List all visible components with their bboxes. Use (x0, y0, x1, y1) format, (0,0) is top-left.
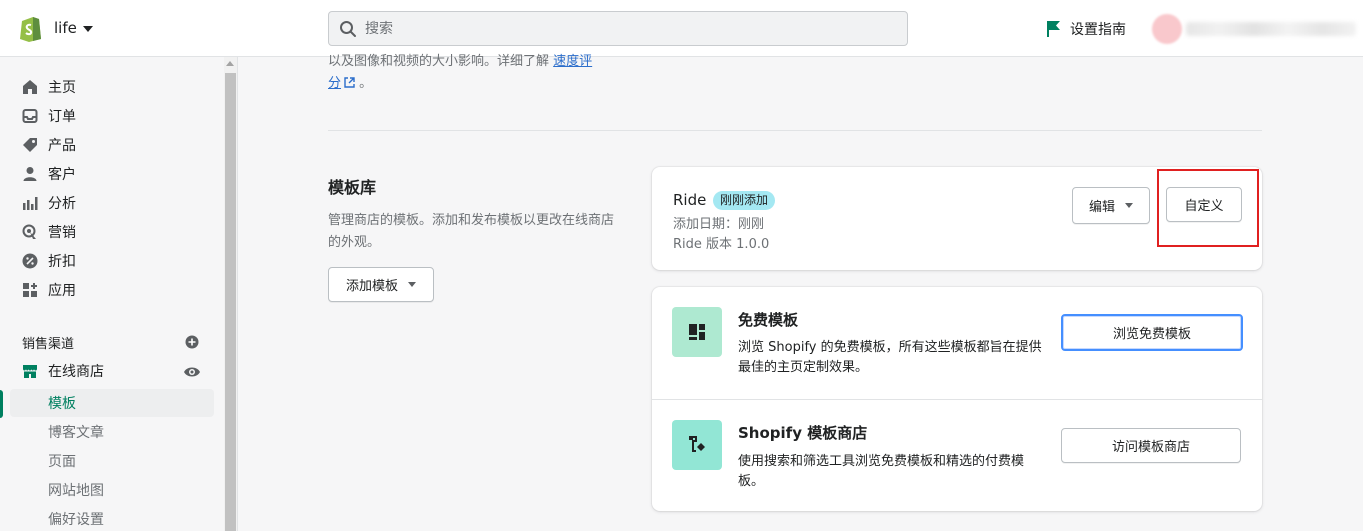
scroll-thumb[interactable] (225, 73, 236, 531)
edit-theme-label: 编辑 (1088, 200, 1115, 215)
eye-icon[interactable] (183, 365, 201, 379)
sidebar-item-label: 应用 (48, 283, 76, 299)
sidebar-sub-item-blog-posts[interactable]: 博客文章 (10, 418, 214, 446)
scroll-up-arrow[interactable] (226, 61, 234, 66)
theme-store-description: 使用搜索和筛选工具浏览免费模板和精选的付费模板。 (738, 454, 1025, 489)
sidebar: 主页 订单 产品 客户 分析 营销 折扣 应用 销售渠道 在线商店 模板 博客文… (0, 57, 238, 531)
annotation-highlight-box (1157, 169, 1259, 247)
sidebar-sub-item-preferences[interactable]: 偏好设置 (10, 505, 214, 531)
intro-text-end: 。 (359, 76, 373, 91)
theme-store-icon (689, 436, 705, 452)
sidebar-item-customers[interactable]: 客户 (10, 160, 214, 188)
bar-chart-icon (23, 197, 38, 210)
theme-store-title: Shopify 模板商店 (738, 424, 868, 442)
shopify-logo-icon[interactable] (18, 14, 44, 42)
theme-sources-card: 免费模板 浏览 Shopify 的免费模板，所有这些模板都旨在提供最佳的主页定制… (652, 287, 1262, 511)
sidebar-item-analytics[interactable]: 分析 (10, 189, 214, 217)
browse-free-themes-button[interactable]: 浏览免费模板 (1061, 314, 1243, 351)
speed-score-link[interactable]: 速度评 (553, 54, 592, 69)
sidebar-item-orders[interactable]: 订单 (10, 102, 214, 130)
chevron-down-icon (1125, 203, 1133, 208)
theme-name: Ride (673, 191, 707, 209)
speed-score-link-text: 速度评 (553, 54, 593, 69)
sidebar-item-home[interactable]: 主页 (10, 73, 214, 101)
sidebar-item-discounts[interactable]: 折扣 (10, 247, 214, 275)
current-theme-card: Ride 刚刚添加 添加日期：刚刚 Ride 版本 1.0.0 编辑 自定义 (652, 167, 1262, 270)
sidebar-sub-item-navigation[interactable]: 网站地图 (10, 476, 214, 504)
speed-score-link-text: 分 (328, 76, 342, 91)
theme-store-tile (672, 420, 722, 470)
free-themes-tile (672, 307, 722, 357)
setup-guide-label: 设置指南 (1070, 22, 1126, 38)
search-icon (340, 21, 356, 37)
theme-added-date: 添加日期：刚刚 (673, 217, 765, 232)
sidebar-item-label: 产品 (48, 138, 76, 154)
free-themes-title: 免费模板 (738, 311, 799, 329)
sidebar-item-label: 折扣 (48, 254, 76, 270)
person-icon (23, 167, 37, 181)
sidebar-item-label: 在线商店 (48, 364, 104, 380)
edit-theme-button[interactable]: 编辑 (1072, 187, 1150, 224)
chevron-down-icon (408, 282, 416, 287)
sidebar-item-marketing[interactable]: 营销 (10, 218, 214, 246)
sidebar-item-products[interactable]: 产品 (10, 131, 214, 159)
add-channel-icon[interactable] (185, 335, 199, 349)
section-divider (328, 130, 1262, 131)
orders-icon (22, 109, 38, 123)
setup-guide-button[interactable]: 设置指南 (1046, 19, 1126, 39)
home-icon (23, 80, 37, 94)
sidebar-item-label: 客户 (48, 167, 76, 183)
sidebar-item-label: 订单 (48, 109, 76, 125)
row-divider (652, 399, 1262, 400)
sidebar-sub-item-pages[interactable]: 页面 (10, 447, 214, 475)
search-input[interactable] (365, 12, 895, 45)
store-icon (23, 365, 37, 378)
apps-icon (23, 283, 37, 297)
theme-library-title: 模板库 (328, 178, 377, 197)
speed-score-link-cont[interactable]: 分 (328, 76, 341, 91)
intro-text-line: 以及图像和视频的大小影响。详细了解 (328, 54, 550, 69)
theme-library-description: 管理商店的模板。添加和发布模板以更改在线商店的外观。 (328, 213, 615, 250)
sales-channels-title: 销售渠道 (22, 337, 75, 352)
free-themes-description: 浏览 Shopify 的免费模板，所有这些模板都旨在提供最佳的主页定制效果。 (738, 340, 1042, 375)
top-bar: life 设置指南 ███████ (0, 0, 1363, 57)
speed-intro-text: 以及图像和视频的大小影响。详细了解 速度评 分 。 (328, 51, 618, 95)
layout-icon (689, 324, 705, 340)
sidebar-sub-item-themes[interactable]: 模板 (10, 389, 214, 417)
store-name[interactable]: life (54, 19, 77, 37)
sidebar-item-label: 营销 (48, 225, 76, 241)
status-badge: 刚刚添加 (713, 191, 776, 210)
tag-icon (23, 138, 37, 152)
sidebar-item-label: 分析 (48, 196, 76, 212)
main-content: 以及图像和视频的大小影响。详细了解 速度评 分 。 模板库 管理商店的模板。添加… (239, 54, 1349, 531)
sidebar-scrollbar[interactable] (224, 57, 237, 531)
external-link-icon[interactable] (344, 77, 355, 88)
add-theme-label: 添加模板 (345, 279, 398, 294)
user-name[interactable]: ███████ (1186, 22, 1356, 36)
search-bar[interactable] (328, 11, 908, 46)
visit-theme-store-button[interactable]: 访问模板商店 (1061, 428, 1241, 463)
marketing-icon (22, 224, 36, 239)
active-indicator (0, 390, 3, 418)
sidebar-item-apps[interactable]: 应用 (10, 276, 214, 304)
sidebar-item-label: 主页 (48, 80, 76, 96)
avatar[interactable] (1152, 14, 1182, 44)
add-theme-button[interactable]: 添加模板 (328, 267, 434, 302)
flag-icon (1047, 21, 1060, 37)
discount-icon (22, 253, 38, 269)
chevron-down-icon[interactable] (83, 26, 93, 32)
theme-version: Ride 版本 1.0.0 (673, 237, 770, 252)
